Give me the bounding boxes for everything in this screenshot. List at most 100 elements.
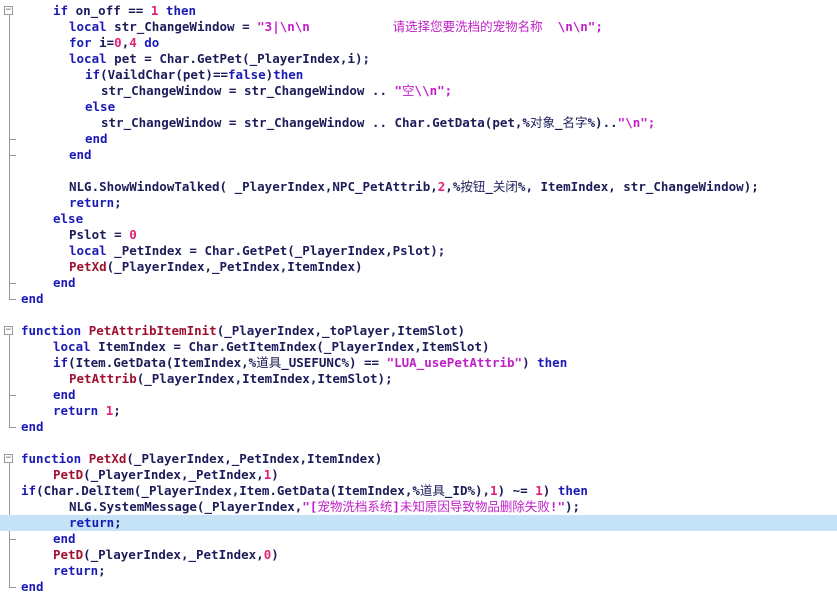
code-token: ; bbox=[114, 195, 122, 210]
code-text: for i=0,4 do bbox=[69, 35, 159, 51]
code-line[interactable]: if(Char.DelItem(_PlayerIndex,Item.GetDat… bbox=[0, 483, 837, 499]
code-line[interactable]: local pet = Char.GetPet(_PlayerIndex,i); bbox=[0, 51, 837, 67]
code-token: ; bbox=[98, 563, 106, 578]
code-token: str_ChangeWindow = str_ChangeWindow .. bbox=[101, 83, 395, 98]
code-token: "[宠物洗档系统]未知原因导致物品删除失败!" bbox=[302, 499, 565, 514]
code-line[interactable]: end bbox=[0, 275, 837, 291]
code-token: return bbox=[53, 403, 99, 418]
code-token: local bbox=[69, 51, 107, 66]
code-token: end bbox=[21, 291, 44, 306]
code-token: (_PlayerIndex,_toPlayer,ItemSlot) bbox=[216, 323, 466, 338]
code-line[interactable]: PetD(_PlayerIndex,_PetIndex,1) bbox=[0, 467, 837, 483]
code-token: else bbox=[85, 99, 116, 114]
code-text: PetD(_PlayerIndex,_PetIndex,0) bbox=[53, 547, 279, 563]
code-token: 0 bbox=[114, 35, 122, 50]
code-line[interactable]: str_ChangeWindow = str_ChangeWindow .. "… bbox=[0, 83, 837, 99]
code-token: ) bbox=[271, 547, 279, 562]
code-token: NLG.ShowWindowTalked( _PlayerIndex,NPC_P… bbox=[69, 179, 438, 194]
code-text: else bbox=[85, 99, 115, 115]
code-token: end bbox=[21, 419, 44, 434]
code-token: if bbox=[53, 355, 69, 370]
code-token: i= bbox=[91, 35, 115, 50]
code-line[interactable] bbox=[0, 435, 837, 451]
code-token: 0 bbox=[129, 227, 137, 242]
code-token: if bbox=[21, 483, 37, 498]
code-line[interactable]: NLG.ShowWindowTalked( _PlayerIndex,NPC_P… bbox=[0, 179, 837, 195]
code-token: pet = Char.GetPet(_PlayerIndex,i); bbox=[106, 51, 371, 66]
code-token: 4 bbox=[129, 35, 137, 50]
code-line[interactable]: local str_ChangeWindow = "3|\n\n 请选择您要洗档… bbox=[0, 19, 837, 35]
code-line[interactable]: end bbox=[0, 131, 837, 147]
code-token: PetD bbox=[53, 467, 84, 482]
code-line[interactable]: local _PetIndex = Char.GetPet(_PlayerInd… bbox=[0, 243, 837, 259]
code-line[interactable]: return; bbox=[0, 563, 837, 579]
code-text: local ItemIndex = Char.GetItemIndex(_Pla… bbox=[53, 339, 490, 355]
code-token: else bbox=[53, 211, 84, 226]
code-line[interactable]: return 1; bbox=[0, 403, 837, 419]
code-text: end bbox=[85, 131, 108, 147]
code-text: PetD(_PlayerIndex,_PetIndex,1) bbox=[53, 467, 279, 483]
code-line[interactable]: if on_off == 1 then bbox=[0, 3, 837, 19]
code-token: (_PlayerIndex,_PetIndex,ItemIndex) bbox=[106, 259, 363, 274]
code-text: return; bbox=[69, 515, 122, 531]
code-token: end bbox=[53, 387, 76, 402]
code-line[interactable]: if(Item.GetData(ItemIndex,%道具_USEFUNC%) … bbox=[0, 355, 837, 371]
code-token: "\n"; bbox=[617, 115, 656, 130]
code-text: end bbox=[21, 579, 44, 595]
code-line[interactable]: else bbox=[0, 211, 837, 227]
code-line[interactable]: else bbox=[0, 99, 837, 115]
code-line[interactable] bbox=[0, 307, 837, 323]
code-token: ) bbox=[271, 467, 279, 482]
code-line[interactable]: return; bbox=[0, 195, 837, 211]
code-line[interactable]: end bbox=[0, 147, 837, 163]
code-text: if(Char.DelItem(_PlayerIndex,Item.GetDat… bbox=[21, 483, 588, 499]
code-token: then bbox=[158, 3, 197, 18]
code-text: function PetAttribItemInit(_PlayerIndex,… bbox=[21, 323, 465, 339]
code-token: "LUA_usePetAttrib" bbox=[386, 355, 523, 370]
code-line[interactable]: end bbox=[0, 531, 837, 547]
code-text: if on_off == 1 then bbox=[53, 3, 196, 19]
code-line[interactable]: Pslot = 0 bbox=[0, 227, 837, 243]
code-line[interactable]: end bbox=[0, 387, 837, 403]
code-token: Pslot = bbox=[69, 227, 130, 242]
code-line[interactable]: return; bbox=[0, 515, 837, 531]
code-token: ) bbox=[542, 483, 558, 498]
code-token: return bbox=[53, 563, 99, 578]
code-line[interactable]: str_ChangeWindow = str_ChangeWindow .. C… bbox=[0, 115, 837, 131]
code-text: end bbox=[21, 419, 44, 435]
code-line[interactable]: end bbox=[0, 419, 837, 435]
code-line[interactable]: PetD(_PlayerIndex,_PetIndex,0) bbox=[0, 547, 837, 563]
code-editor[interactable]: − − − if on_off == 1 then local str_ChangeW… bbox=[0, 0, 837, 597]
code-token: PetD bbox=[53, 547, 84, 562]
code-line[interactable]: end bbox=[0, 579, 837, 595]
code-line[interactable]: for i=0,4 do bbox=[0, 35, 837, 51]
code-line[interactable]: function PetAttribItemInit(_PlayerIndex,… bbox=[0, 323, 837, 339]
code-token: false bbox=[228, 67, 266, 82]
code-line[interactable] bbox=[0, 163, 837, 179]
code-token: PetXd bbox=[69, 259, 107, 274]
code-token: return bbox=[69, 195, 115, 210]
code-token: then bbox=[273, 67, 304, 82]
code-token: (VaildChar(pet)== bbox=[100, 67, 228, 82]
code-line[interactable]: local ItemIndex = Char.GetItemIndex(_Pla… bbox=[0, 339, 837, 355]
code-text: end bbox=[21, 291, 44, 307]
code-text: return 1; bbox=[53, 403, 121, 419]
code-line[interactable]: NLG.SystemMessage(_PlayerIndex,"[宠物洗档系统]… bbox=[0, 499, 837, 515]
code-token: for bbox=[69, 35, 92, 50]
code-line[interactable]: end bbox=[0, 291, 837, 307]
code-token: local bbox=[69, 243, 107, 258]
code-line[interactable]: if(VaildChar(pet)==false)then bbox=[0, 67, 837, 83]
code-line[interactable]: PetXd(_PlayerIndex,_PetIndex,ItemIndex) bbox=[0, 259, 837, 275]
code-token: then bbox=[537, 355, 568, 370]
code-token: end bbox=[53, 275, 76, 290]
code-token: PetAttribItemInit bbox=[88, 323, 217, 338]
code-line[interactable]: PetAttrib(_PlayerIndex,ItemIndex,ItemSlo… bbox=[0, 371, 837, 387]
code-token: PetXd bbox=[88, 451, 127, 466]
code-token: (_PlayerIndex,_PetIndex, bbox=[83, 547, 264, 562]
code-line[interactable]: function PetXd(_PlayerIndex,_PetIndex,It… bbox=[0, 451, 837, 467]
code-text: end bbox=[53, 275, 76, 291]
code-token: _PetIndex = Char.GetPet(_PlayerIndex,Psl… bbox=[106, 243, 446, 258]
